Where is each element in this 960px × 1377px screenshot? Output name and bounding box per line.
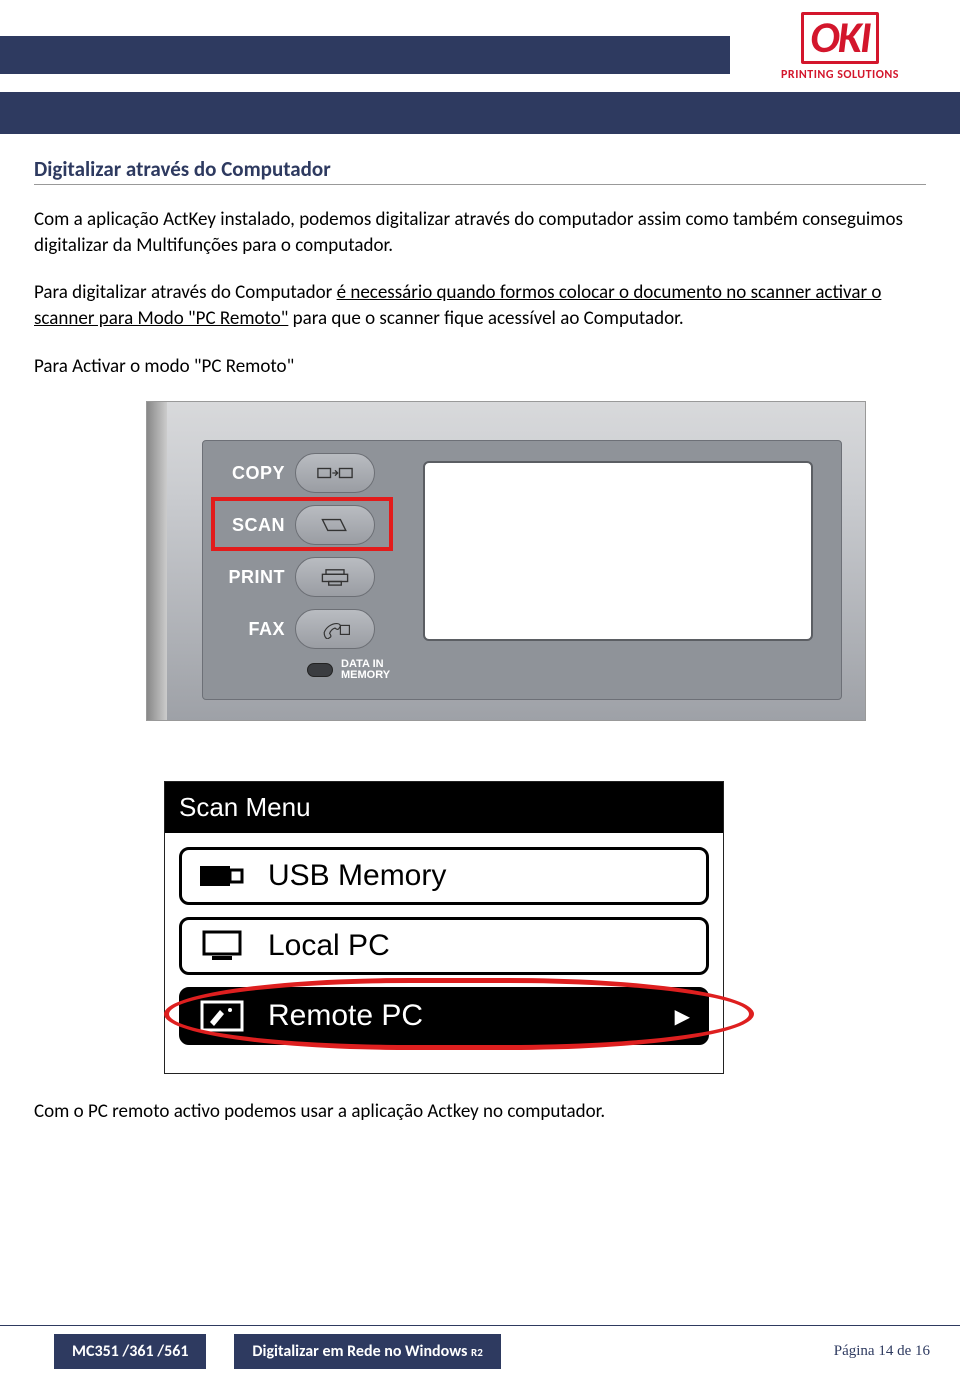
header-band: [0, 92, 960, 134]
scan-menu-body: USB Memory Local PC Remote PC ▶: [165, 833, 723, 1073]
fax-icon: [317, 619, 353, 639]
menu-item-remotepc-label: Remote PC: [268, 999, 423, 1033]
fax-row: FAX: [219, 609, 375, 649]
print-row: PRINT: [219, 557, 375, 597]
printer-panel-figure: COPY SCAN PRINT: [146, 401, 866, 721]
paragraph-activate: Para Activar o modo "PC Remoto": [34, 354, 926, 380]
copy-label: COPY: [219, 463, 285, 484]
copy-button[interactable]: [295, 453, 375, 493]
memory-line2: MEMORY: [341, 670, 390, 681]
remote-pc-icon: [198, 998, 246, 1034]
footer-title: Digitalizar em Rede no Windows R2: [234, 1334, 500, 1369]
section-title: Digitalizar através do Computador: [34, 156, 926, 185]
document-header: OKI PRINTING SOLUTIONS: [0, 0, 960, 82]
document-body: Digitalizar através do Computador Com a …: [0, 134, 960, 1074]
scan-menu-header: Scan Menu: [165, 782, 723, 833]
memory-label: DATA IN MEMORY: [341, 659, 390, 681]
print-label: PRINT: [219, 567, 285, 588]
memory-led: [307, 663, 333, 677]
chevron-right-icon: ▶: [675, 1004, 690, 1029]
scan-button[interactable]: [295, 505, 375, 545]
fax-button[interactable]: [295, 609, 375, 649]
copy-icon: [317, 463, 353, 483]
scan-icon: [317, 515, 353, 535]
menu-item-usb[interactable]: USB Memory: [179, 847, 709, 905]
scan-menu-figure: Scan Menu USB Memory Local PC: [164, 781, 724, 1074]
menu-item-localpc-label: Local PC: [268, 929, 390, 963]
print-icon: [317, 567, 353, 587]
copy-row: COPY: [219, 453, 375, 493]
footer-title-main: Digitalizar em Rede no Windows: [252, 1342, 471, 1361]
footer-model: MC351 /361 /561: [54, 1334, 206, 1369]
menu-item-remotepc[interactable]: Remote PC ▶: [179, 987, 709, 1045]
brand-logo: OKI PRINTING SOLUTIONS: [750, 12, 930, 82]
logo-text: OKI: [801, 12, 878, 64]
usb-memory-icon: [198, 858, 246, 894]
data-in-memory: DATA IN MEMORY: [307, 659, 390, 681]
panel-edge: [147, 402, 167, 720]
footer-page-number: Página 14 de 16: [834, 1343, 930, 1360]
header-bar: [0, 36, 730, 74]
paragraph-intro: Com a aplicação ActKey instalado, podemo…: [34, 207, 926, 258]
scan-label: SCAN: [219, 515, 285, 536]
menu-item-usb-label: USB Memory: [268, 859, 446, 893]
logo-tagline: PRINTING SOLUTIONS: [750, 68, 930, 82]
panel-inner: COPY SCAN PRINT: [202, 440, 842, 700]
lcd-screen: [423, 461, 813, 641]
red-highlight-circle: [164, 978, 754, 1050]
paragraph-closing: Com o PC remoto activo podemos usar a ap…: [0, 1074, 960, 1123]
menu-item-localpc[interactable]: Local PC: [179, 917, 709, 975]
para2-pre: Para digitalizar através do Computador: [34, 281, 337, 304]
footer-title-sub: R2: [471, 1346, 483, 1359]
local-pc-icon: [198, 928, 246, 964]
fax-label: FAX: [219, 619, 285, 640]
scan-row: SCAN: [219, 505, 375, 545]
document-footer: MC351 /361 /561 Digitalizar em Rede no W…: [0, 1325, 960, 1377]
para2-post: para que o scanner fique acessível ao Co…: [288, 307, 683, 330]
paragraph-instruction: Para digitalizar através do Computador é…: [34, 280, 926, 331]
print-button[interactable]: [295, 557, 375, 597]
